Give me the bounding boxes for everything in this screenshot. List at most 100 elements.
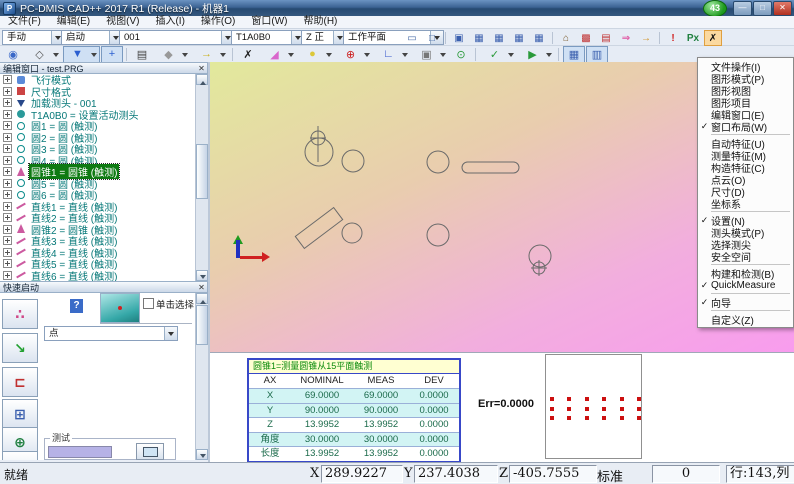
expand-icon[interactable] <box>3 213 12 222</box>
expand-icon[interactable] <box>3 271 12 280</box>
context-menu-item[interactable]: 构建和检测(B) <box>698 267 793 279</box>
cascade-window-icon[interactable]: ▣ <box>450 30 468 46</box>
path-icon[interactable]: → <box>637 30 655 46</box>
qs-datum-icon[interactable]: ⊞ <box>2 399 38 429</box>
quickstart-header[interactable]: 快速启动 ✕ <box>0 281 208 293</box>
test-input[interactable] <box>48 446 112 458</box>
table-row[interactable]: 角度 30.0000 30.0000 0.0000 <box>249 432 459 447</box>
toggle-layout-icon[interactable]: ▥ <box>586 46 608 63</box>
menu-item[interactable]: 帮助(H) <box>295 16 345 28</box>
table-row[interactable]: Z 13.9952 13.9952 0.0000 <box>249 417 459 432</box>
pages-icon[interactable]: ▣ <box>412 46 449 63</box>
table-row[interactable]: 长度 13.9952 13.9952 0.0000 <box>249 446 459 461</box>
menu-item[interactable]: 视图(V) <box>98 16 147 28</box>
cad-pointer-icon[interactable]: ◉ <box>2 46 24 63</box>
menu-item[interactable]: 窗口(W) <box>243 16 295 28</box>
menu-item[interactable]: 文件(F) <box>0 16 49 28</box>
plane-feature-icon[interactable]: ◢ <box>260 46 297 63</box>
shaded-cube-icon[interactable]: ◆ <box>154 46 191 63</box>
table-row[interactable]: Y 90.0000 90.0000 0.0000 <box>249 403 459 418</box>
report-layout-2-icon[interactable]: ▦ <box>490 30 508 46</box>
minimize-button[interactable]: — <box>733 1 752 16</box>
expand-icon[interactable] <box>3 259 12 268</box>
context-menu-item[interactable]: ✓ 向导 <box>698 296 793 308</box>
help-icon[interactable]: ? <box>70 299 83 313</box>
maximize-button[interactable]: □ <box>753 1 772 16</box>
expand-icon[interactable] <box>3 236 12 245</box>
axes-icon[interactable]: ∟ <box>374 46 411 63</box>
context-menu-item[interactable]: ✓ 窗口布局(W) <box>698 120 793 132</box>
scroll-up-icon[interactable] <box>196 293 208 304</box>
expand-icon[interactable] <box>3 225 12 234</box>
expand-icon[interactable] <box>3 167 12 176</box>
tools-hammer-icon[interactable]: ✗ <box>237 46 259 63</box>
expand-icon[interactable] <box>3 179 12 188</box>
table-row[interactable]: X 69.0000 69.0000 0.0000 <box>249 388 459 403</box>
point-marker-icon[interactable]: ⊙ <box>450 46 472 63</box>
feature-type-combo[interactable]: 点 <box>44 326 178 341</box>
context-menu-item[interactable]: 安全空间 <box>698 250 793 262</box>
slideshow-icon[interactable]: ⇒ <box>617 30 635 46</box>
context-menu-item[interactable]: 自定义(Z) <box>698 313 793 325</box>
combo-arrow-icon[interactable] <box>164 327 177 340</box>
expand-icon[interactable] <box>3 156 12 165</box>
preview-window-button[interactable] <box>136 443 164 460</box>
check-run-icon[interactable]: ✓ <box>480 46 517 63</box>
expand-icon[interactable] <box>3 248 12 257</box>
expand-icon[interactable] <box>3 98 12 107</box>
feature-preview-button[interactable] <box>100 293 140 323</box>
customize-toolbar-icon[interactable]: ✗ <box>704 30 722 46</box>
export-px-icon[interactable]: Px <box>684 30 702 46</box>
expand-icon[interactable] <box>3 87 12 96</box>
expand-icon[interactable] <box>3 190 12 199</box>
menu-item[interactable]: 编辑(E) <box>49 16 98 28</box>
probe-file-combo[interactable]: 001 <box>119 30 235 45</box>
window-restore-icon[interactable]: □ <box>423 30 441 46</box>
context-menu-item[interactable]: 坐标系 <box>698 197 793 209</box>
expand-icon[interactable] <box>3 110 12 119</box>
view-cube-icon[interactable]: ◇ <box>25 46 62 63</box>
edit-window-header[interactable]: 编辑窗口 - test.PRG ✕ <box>0 62 208 74</box>
tree-scrollbar[interactable] <box>195 74 209 281</box>
title-bar[interactable]: P PC-DMIS CAD++ 2017 R1 (Release) - 机器1 … <box>0 0 794 16</box>
machine-icon[interactable]: ⌂ <box>557 30 575 46</box>
workplane-combo[interactable]: Z 正 <box>301 30 347 45</box>
expand-icon[interactable] <box>3 75 12 84</box>
pan-view-icon[interactable]: + <box>101 46 123 63</box>
context-menu-item[interactable]: ✓ QuickMeasure <box>698 279 793 291</box>
scroll-thumb[interactable] <box>196 144 208 199</box>
mode-combo[interactable]: 手动 <box>2 30 65 45</box>
report-layout-4-icon[interactable]: ▦ <box>530 30 548 46</box>
close-icon[interactable]: ✕ <box>196 283 207 292</box>
edit-window-icon[interactable]: ▤ <box>131 46 153 63</box>
quickstart-scrollbar[interactable] <box>195 293 209 460</box>
scroll-up-icon[interactable] <box>196 74 208 85</box>
cad-window-icon[interactable]: ▩ <box>577 30 595 46</box>
close-button[interactable]: ✕ <box>773 1 792 16</box>
qs-probe-icon[interactable]: ⊥ <box>2 451 38 460</box>
qs-points-icon[interactable]: ∴ <box>2 299 38 329</box>
expand-icon[interactable] <box>3 202 12 211</box>
scroll-down-icon[interactable] <box>196 449 208 460</box>
scroll-thumb[interactable] <box>196 305 208 345</box>
report-layout-1-icon[interactable]: ▦ <box>470 30 488 46</box>
report-window-icon[interactable]: ▤ <box>597 30 615 46</box>
expand-icon[interactable] <box>3 121 12 130</box>
window-min-icon[interactable]: ▭ <box>403 30 421 46</box>
target-feature-icon[interactable]: ⊕ <box>336 46 373 63</box>
probe-tip-combo[interactable]: T1A0B0 <box>231 30 305 45</box>
notification-badge[interactable]: 43 <box>703 0 727 17</box>
qs-caliper-icon[interactable]: ⊏ <box>2 367 38 397</box>
circle-feature-icon[interactable]: ● <box>298 46 335 63</box>
report-layout-3-icon[interactable]: ▦ <box>510 30 528 46</box>
click-select-checkbox[interactable] <box>143 298 154 309</box>
close-icon[interactable]: ✕ <box>196 64 207 73</box>
qs-axes-icon[interactable]: ↘ <box>2 333 38 363</box>
motion-combo[interactable]: 启动 <box>61 30 123 45</box>
flow-arrow-icon[interactable]: → <box>192 46 229 63</box>
scroll-down-icon[interactable] <box>196 270 208 281</box>
tree-item[interactable]: 直线6 = 直线 (触测) <box>0 270 195 282</box>
menu-item[interactable]: 操作(O) <box>193 16 243 28</box>
menu-item[interactable]: 插入(I) <box>147 16 192 28</box>
toggle-report-icon[interactable]: ▦ <box>563 46 585 63</box>
